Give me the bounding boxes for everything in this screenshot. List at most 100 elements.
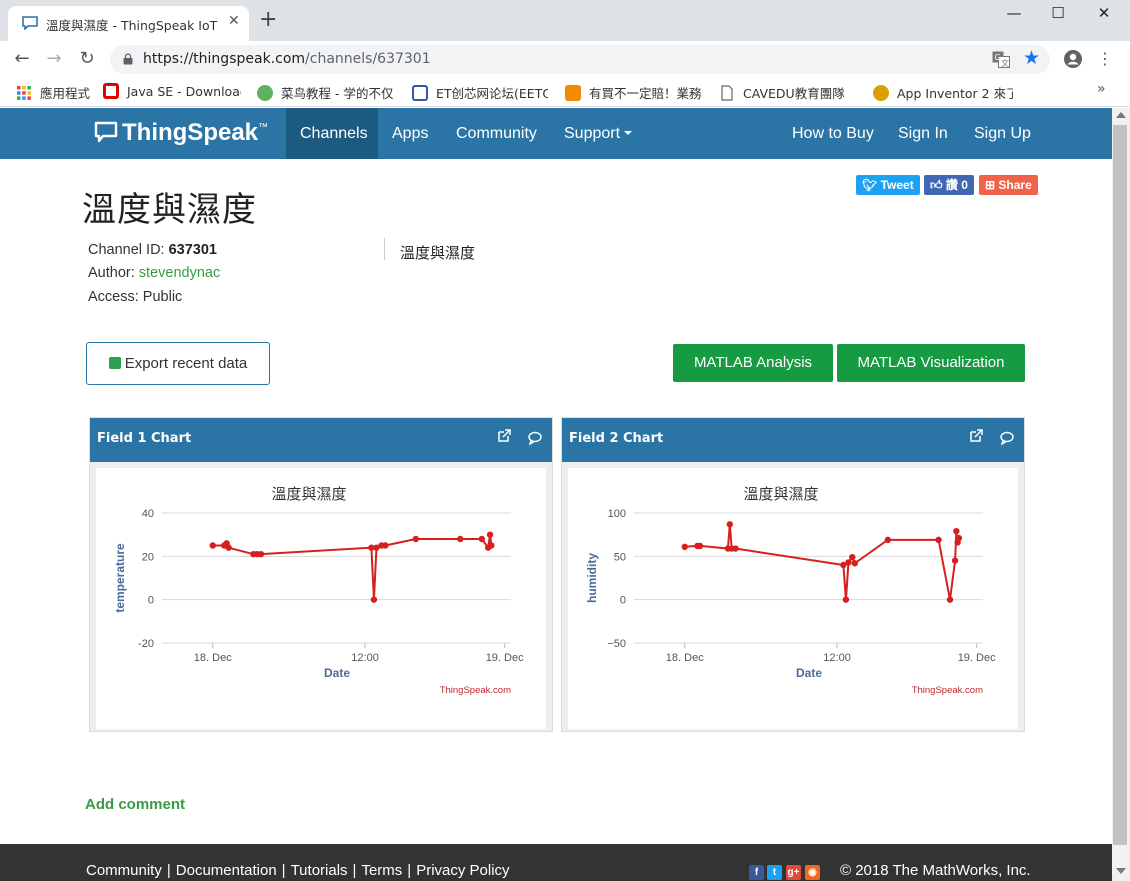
- footer-link-terms[interactable]: Terms: [361, 862, 402, 879]
- nav-support[interactable]: Support: [550, 108, 646, 159]
- browser-tab[interactable]: 溫度與濕度 - ThingSpeak IoT ✕: [8, 6, 249, 41]
- data-point: [225, 544, 232, 551]
- back-icon[interactable]: ←: [10, 47, 34, 71]
- export-icon: [108, 357, 121, 369]
- reload-icon[interactable]: ↻: [75, 47, 99, 71]
- scroll-down-arrow-icon[interactable]: [1116, 868, 1126, 874]
- nav-how-to-buy[interactable]: How to Buy: [778, 108, 888, 159]
- page-scrollbar[interactable]: [1112, 108, 1130, 881]
- bookmark-cavedu[interactable]: CAVEDU教育團隊: [719, 83, 857, 101]
- bookmarks-overflow-icon[interactable]: »: [1097, 81, 1106, 97]
- facebook-like-button[interactable]: 👍︎ 讚 0: [924, 175, 974, 195]
- profile-icon[interactable]: [1063, 49, 1083, 69]
- bookmark-star-icon[interactable]: ★: [1023, 47, 1040, 69]
- open-external-icon[interactable]: [968, 428, 984, 444]
- footer-link-documentation[interactable]: Documentation: [176, 862, 277, 879]
- bookmark-orange-icon: [565, 85, 581, 101]
- field-1-chart[interactable]: 溫度與濕度 40 20 0 -20 18. Dec 12:00 19. Dec Date temp…: [96, 468, 546, 729]
- x-axis-label: Date: [796, 666, 822, 680]
- panel-title: Field 1 Chart: [97, 431, 192, 446]
- address-bar[interactable]: https://thingspeak.com/channels/637301 G…: [110, 45, 1050, 74]
- bookmarks-bar: 應用程式 Java SE - Download 菜鸟教程 - 学的不仅 ET创芯…: [0, 77, 1130, 107]
- eetop-icon: [412, 85, 428, 101]
- panel-header: Field 2 Chart: [562, 418, 1024, 462]
- rss-icon[interactable]: ◉: [805, 865, 820, 880]
- data-point: [851, 560, 859, 567]
- comment-bubble-icon[interactable]: [527, 430, 543, 446]
- bookmark-eetop[interactable]: ET创芯网论坛(EETOP: [412, 83, 548, 101]
- y-tick-label: 0: [620, 595, 626, 607]
- data-point: [382, 542, 389, 549]
- bookmark-apps[interactable]: 應用程式: [16, 83, 94, 101]
- bookmark-java-se[interactable]: Java SE - Download: [103, 83, 241, 101]
- y-axis-label: humidity: [585, 553, 599, 603]
- menu-kebab-icon[interactable]: ⋮: [1097, 49, 1113, 68]
- scroll-up-arrow-icon[interactable]: [1116, 112, 1126, 118]
- footer-separator: |: [407, 862, 412, 879]
- thingspeak-favicon-icon: [22, 16, 38, 30]
- data-point: [732, 545, 739, 552]
- new-tab-icon[interactable]: +: [259, 9, 277, 31]
- x-axis-label: Date: [324, 666, 350, 680]
- field-1-chart-panel: Field 1 Chart 溫度與濕度 40 20 0 -20 18. Dec 12:00 1…: [89, 417, 553, 732]
- maximize-icon[interactable]: ☐: [1043, 4, 1073, 26]
- nav-channels[interactable]: Channels: [286, 108, 378, 159]
- y-tick-label: 20: [142, 551, 154, 563]
- open-external-icon[interactable]: [496, 428, 512, 444]
- matlab-analysis-button[interactable]: MATLAB Analysis: [673, 344, 833, 382]
- tab-title: 溫度與濕度 - ThingSpeak IoT: [46, 18, 218, 33]
- nav-community[interactable]: Community: [442, 108, 551, 159]
- chart-credit: ThingSpeak.com: [912, 685, 983, 696]
- x-tick-label: 18. Dec: [194, 652, 232, 664]
- x-tick-label: 12:00: [351, 652, 379, 664]
- footer-link-privacy-policy[interactable]: Privacy Policy: [416, 862, 509, 879]
- page-viewport: ThingSpeak™ Channels Apps Community Supp…: [0, 108, 1112, 881]
- footer-link-community[interactable]: Community: [86, 862, 162, 879]
- twitter-bird-icon: 🐦︎: [862, 178, 881, 192]
- field-2-chart[interactable]: 溫度與濕度 100 50 0 −50 18. Dec 12:00 19. Dec Date hum…: [568, 468, 1018, 729]
- data-point: [257, 550, 265, 558]
- scrollbar-thumb[interactable]: [1113, 125, 1127, 845]
- data-point: [370, 596, 378, 603]
- bookmark-orange[interactable]: 有買不一定賠！業務: [565, 83, 702, 101]
- nav-sign-in[interactable]: Sign In: [884, 108, 962, 159]
- nav-apps[interactable]: Apps: [378, 108, 442, 159]
- data-point: [478, 535, 486, 543]
- data-point: [953, 528, 960, 535]
- data-point: [412, 535, 420, 543]
- translate-icon[interactable]: G 文: [992, 51, 1010, 68]
- tab-close-icon[interactable]: ✕: [228, 13, 240, 29]
- close-window-icon[interactable]: ✕: [1089, 4, 1119, 26]
- bookmark-runoob[interactable]: 菜鸟教程 - 学的不仅: [257, 83, 395, 101]
- export-recent-data-button[interactable]: Export recent data: [86, 342, 270, 385]
- nav-sign-up[interactable]: Sign Up: [960, 108, 1045, 159]
- twitter-icon[interactable]: t: [767, 865, 782, 880]
- apps-grid-icon: [17, 86, 31, 100]
- google-plus-icon[interactable]: g+: [786, 865, 801, 880]
- thingspeak-logo[interactable]: ThingSpeak™: [94, 119, 268, 147]
- minimize-icon[interactable]: —: [999, 4, 1029, 26]
- data-point: [955, 534, 963, 542]
- share-button[interactable]: ⊞ Share: [979, 175, 1038, 195]
- matlab-visualization-button[interactable]: MATLAB Visualization: [837, 344, 1025, 382]
- add-comment-link[interactable]: Add comment: [85, 796, 185, 813]
- y-axis-label: temperature: [113, 543, 127, 613]
- tweet-button[interactable]: 🐦︎ Tweet: [856, 175, 920, 195]
- chart-credit: ThingSpeak.com: [440, 685, 511, 696]
- footer-separator: |: [352, 862, 357, 879]
- facebook-icon[interactable]: f: [749, 865, 764, 880]
- channel-description: 溫度與濕度: [400, 244, 476, 262]
- browser-toolbar: ← → ↻ https://thingspeak.com/channels/63…: [0, 41, 1130, 77]
- footer-link-tutorials[interactable]: Tutorials: [291, 862, 348, 879]
- data-point: [849, 554, 856, 561]
- footer-separator: |: [166, 862, 171, 879]
- document-icon: [721, 85, 733, 101]
- forward-icon[interactable]: →: [42, 47, 66, 71]
- app-inventor-icon: [873, 85, 889, 101]
- author-link[interactable]: stevendynac: [139, 265, 220, 281]
- bookmark-app-inventor[interactable]: App Inventor 2 來了: [873, 83, 1013, 101]
- chart-title: 溫度與濕度: [743, 485, 818, 503]
- comment-bubble-icon[interactable]: [999, 430, 1015, 446]
- meta-divider: [384, 238, 385, 260]
- data-point: [946, 596, 954, 603]
